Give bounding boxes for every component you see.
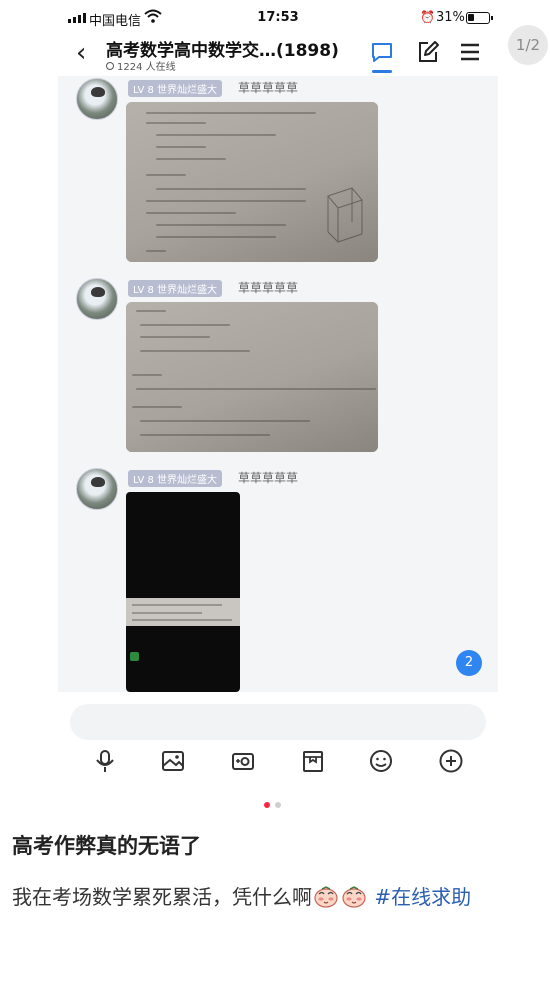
avatar[interactable] (76, 278, 118, 320)
username: 草草草草草 (238, 81, 299, 95)
message-list[interactable]: LV 8 世界灿烂盛大 草草草草草 LV 8 世界灿烂盛大 草草草草草 LV 8… (58, 76, 498, 692)
status-bar: 中国电信 17:53 ⏰ 31% (58, 0, 498, 36)
username: 草草草草草 (238, 281, 299, 295)
battery-percent: 31% (436, 10, 465, 25)
post-body: 我在考场数学累死累活，凭什么啊 #在线求助 (12, 878, 542, 916)
emoji-icon[interactable] (368, 748, 394, 774)
blushing-face-icon (342, 886, 366, 908)
carousel-dot-active[interactable] (264, 802, 270, 808)
unread-badge[interactable]: 2 (456, 650, 482, 676)
username: 草草草草草 (238, 471, 299, 485)
battery-level (468, 14, 474, 21)
chat-screenshot: 中国电信 17:53 ⏰ 31% ‹ 高考数学高中数学交…(1898) 1224… (58, 0, 498, 788)
composer-bar (58, 692, 498, 788)
box-icon[interactable] (300, 748, 326, 774)
battery-icon (466, 12, 493, 24)
exam-photo-2[interactable] (126, 302, 378, 452)
camera-icon[interactable] (230, 748, 256, 774)
avatar[interactable] (76, 468, 118, 510)
online-count: 1224 人在线 (106, 58, 176, 73)
truncated-footer (12, 982, 432, 999)
image-pager: 1/2 (508, 25, 548, 65)
active-tab-indicator (372, 70, 392, 73)
chat-icon[interactable] (370, 40, 394, 64)
plus-icon[interactable] (438, 748, 464, 774)
chat-header: ‹ 高考数学高中数学交…(1898) 1224 人在线 (58, 36, 498, 76)
online-text: 1224 人在线 (117, 62, 176, 73)
image-icon[interactable] (160, 748, 186, 774)
level-badge: LV 8 世界灿烂盛大 (128, 470, 223, 487)
avatar[interactable] (76, 78, 118, 120)
level-badge: LV 8 世界灿烂盛大 (128, 280, 223, 297)
hashtag-link[interactable]: #在线求助 (374, 885, 471, 909)
carousel-indicator (264, 802, 281, 808)
exam-photo-1[interactable] (126, 102, 378, 262)
blushing-face-icon (314, 886, 338, 908)
back-icon[interactable]: ‹ (76, 40, 86, 66)
post-text: 我在考场数学累死累活，凭什么啊 (12, 885, 312, 909)
edit-icon[interactable] (416, 40, 440, 64)
message-input[interactable] (70, 704, 486, 740)
alarm-icon: ⏰ (420, 10, 435, 24)
menu-icon[interactable] (458, 40, 482, 64)
carousel-dot[interactable] (275, 802, 281, 808)
post-title: 高考作弊真的无语了 (12, 834, 201, 858)
microphone-icon[interactable] (92, 748, 118, 774)
green-square-icon (130, 652, 139, 661)
online-icon (106, 61, 114, 70)
video-message[interactable] (126, 492, 240, 692)
level-badge: LV 8 世界灿烂盛大 (128, 80, 223, 97)
